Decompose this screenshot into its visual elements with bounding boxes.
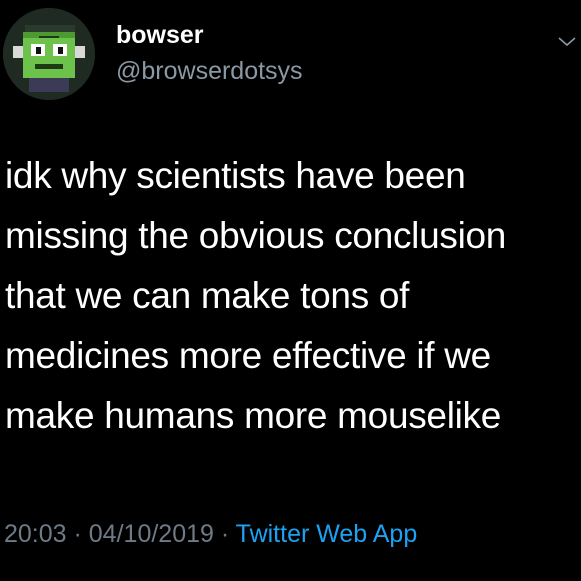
tweet-text-line: idk why scientists have been bbox=[5, 155, 466, 196]
tweet-text: idk why scientists have been missing the… bbox=[5, 146, 575, 446]
chevron-down-icon[interactable] bbox=[556, 30, 578, 52]
tweet-time[interactable]: 20:03 bbox=[4, 520, 67, 548]
tweet-card: bowser @browserdotsys idk why scientists… bbox=[0, 0, 581, 581]
tweet-text-line: make humans more mouselike bbox=[5, 395, 502, 436]
tweet-text-line: that we can make tons of bbox=[5, 275, 410, 316]
meta-separator: · bbox=[66, 520, 89, 548]
tweet-text-line: medicines more effective if we bbox=[5, 335, 491, 376]
tweet-source-link[interactable]: Twitter Web App bbox=[236, 520, 418, 548]
tweet-text-line: missing the obvious conclusion bbox=[5, 215, 507, 256]
display-name[interactable]: bowser bbox=[116, 19, 204, 51]
tweet-metadata: 20:03 · 04/10/2019 · Twitter Web App bbox=[4, 518, 417, 550]
user-handle[interactable]: @browserdotsys bbox=[116, 55, 303, 87]
avatar[interactable] bbox=[3, 8, 95, 100]
meta-separator: · bbox=[213, 520, 236, 548]
pixel-frankenstein-icon bbox=[3, 8, 95, 100]
tweet-date[interactable]: 04/10/2019 bbox=[89, 520, 214, 548]
